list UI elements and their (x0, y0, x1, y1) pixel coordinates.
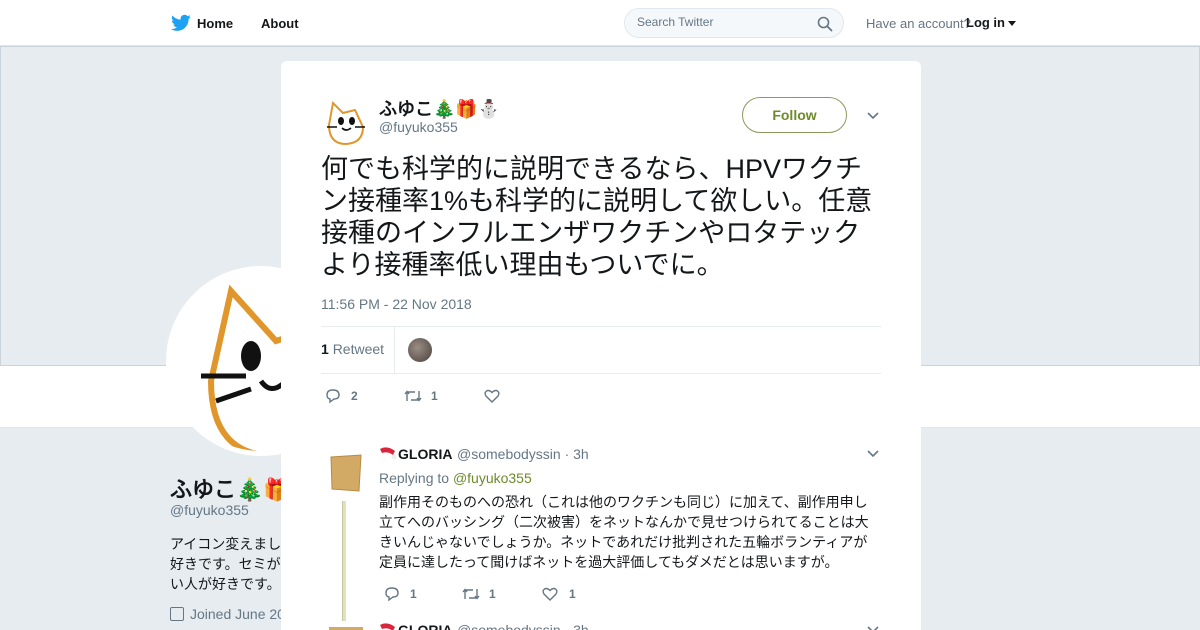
santa-hat-icon (380, 447, 397, 460)
reply-author-name[interactable]: GLORIA (398, 446, 452, 462)
retweet-action[interactable]: 1 (403, 387, 443, 405)
chevron-down-icon[interactable] (866, 623, 880, 630)
nav-home-link[interactable]: Home (197, 16, 233, 31)
heart-icon (542, 587, 558, 601)
profile-bio: アイコン変えまし 好きです。セミが い人が好きです。 (170, 534, 285, 594)
author-avatar[interactable] (321, 97, 371, 147)
chevron-down-icon[interactable] (866, 447, 880, 461)
reply-author-name[interactable]: GLORIA (398, 622, 452, 630)
reply-action[interactable]: 2 (324, 387, 364, 405)
profile-bio-line: 好きです。セミが (170, 556, 281, 572)
retweet-icon (404, 390, 422, 402)
reply-author-avatar[interactable] (329, 453, 363, 493)
santa-hat-icon (380, 623, 395, 630)
retweet-icon (462, 588, 480, 600)
thread-line (342, 501, 346, 621)
reply-author-handle[interactable]: @somebodyssin · 3h (457, 446, 589, 462)
profile-handle: @fuyuko355 (170, 502, 249, 518)
retweet-stat-count: 1 (321, 341, 329, 357)
close-icon[interactable] (1154, 12, 1178, 36)
top-navigation-bar: Home About Have an account? Log in (0, 0, 1200, 46)
reply-like-count: 1 (569, 587, 576, 601)
author-name[interactable]: ふゆこ🎄🎁⛄ (379, 95, 500, 121)
chevron-down-icon[interactable] (866, 109, 880, 123)
retweet-stat[interactable]: 1 Retweet (321, 341, 384, 357)
tweet-timestamp[interactable]: 11:56 PM - 22 Nov 2018 (321, 296, 472, 312)
reply-author-handle[interactable]: @somebodyssin · 3h (457, 622, 589, 630)
reply-reply-count: 1 (410, 587, 417, 601)
login-caret-icon[interactable] (1008, 21, 1016, 26)
search-box (624, 8, 844, 38)
search-icon[interactable] (817, 16, 833, 32)
profile-bio-line: アイコン変えまし (170, 536, 282, 552)
profile-bio-line: い人が好きです。 (170, 576, 281, 592)
login-link[interactable]: Log in (966, 15, 1005, 30)
profile-joined: Joined June 20 (170, 606, 285, 622)
author-handle[interactable]: @fuyuko355 (379, 119, 458, 135)
retweeter-avatar[interactable] (408, 338, 432, 362)
reply-icon (326, 389, 340, 404)
follow-button[interactable]: Follow (742, 97, 847, 133)
reply-retweet-action[interactable]: 1 (461, 585, 501, 603)
twitter-bird-icon[interactable] (171, 14, 191, 32)
tweet-text: 何でも科学的に説明できるなら、HPVワクチン接種率1%も科学的に説明して欲しい。… (321, 154, 873, 280)
retweet-stat-label: Retweet (332, 341, 385, 357)
replying-to-prefix: Replying to (379, 470, 450, 486)
replying-to: Replying to @fuyuko355 (379, 470, 532, 486)
calendar-icon (170, 607, 184, 621)
heart-icon (484, 389, 500, 403)
profile-name: ふゆこ🎄🎁 (170, 477, 291, 502)
like-action[interactable] (483, 387, 513, 405)
reply-icon (385, 587, 399, 602)
reply-retweet-count: 1 (489, 587, 496, 601)
cat-avatar-image (327, 100, 365, 146)
nav-about-link[interactable]: About (261, 16, 299, 31)
profile-joined-text: Joined June 20 (190, 606, 285, 622)
reply-text: 副作用そのものへの恐れ（これは他のワクチンも同じ）に加えて、副作用申し立てへのバ… (379, 494, 869, 570)
reply-reply-action[interactable]: 1 (383, 585, 423, 603)
tweet-modal: ふゆこ🎄🎁⛄ @fuyuko355 Follow 何でも科学的に説明できるなら、… (281, 61, 921, 630)
reply-like-action[interactable]: 1 (541, 585, 581, 603)
divider (321, 326, 881, 327)
reply-count: 2 (351, 389, 358, 403)
replying-to-link[interactable]: @fuyuko355 (453, 470, 532, 486)
divider (394, 327, 395, 374)
reply-avatar-image (330, 454, 362, 492)
have-account-text: Have an account? (866, 16, 971, 31)
search-input[interactable] (637, 15, 807, 29)
retweet-count: 1 (431, 389, 438, 403)
divider (321, 373, 881, 374)
